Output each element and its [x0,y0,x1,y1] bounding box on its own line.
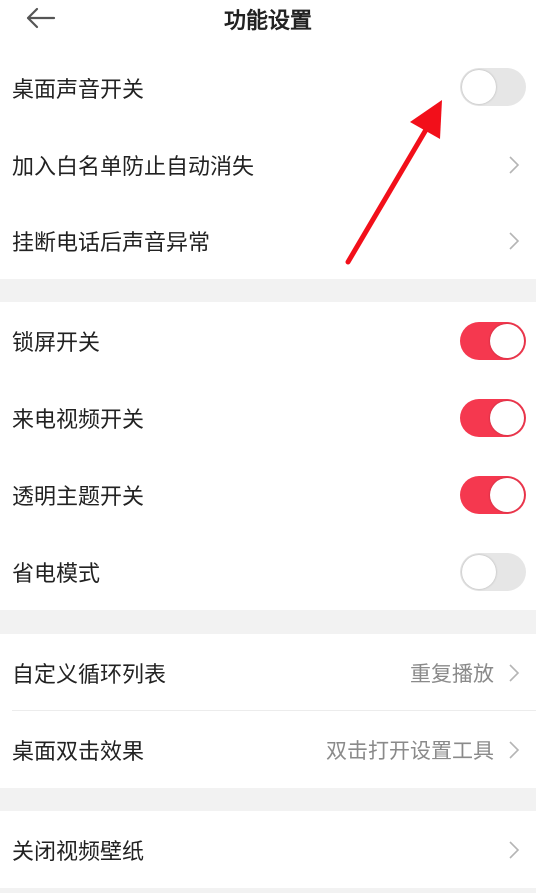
chevron-right-icon [509,663,520,682]
settings-group-playback: 自定义循环列表 重复播放 桌面双击效果 双击打开设置工具 [0,634,536,788]
row-value: 双击打开设置工具 [326,738,494,763]
toggle-knob [490,477,524,512]
transparent-theme-toggle[interactable] [460,475,526,514]
settings-group-wallpaper: 关闭视频壁纸 [0,811,536,888]
settings-group-general: 桌面声音开关 加入白名单防止自动消失 挂断电话后声音异常 [0,36,536,279]
row-label: 桌面双击效果 [12,739,145,765]
row-label: 锁屏开关 [12,330,101,356]
row-label: 来电视频开关 [12,407,145,433]
row-transparent-theme[interactable]: 透明主题开关 [0,456,536,533]
row-label: 挂断电话后声音异常 [12,231,211,256]
row-label: 关闭视频壁纸 [12,839,145,865]
row-label: 省电模式 [12,561,101,587]
row-lock-screen[interactable]: 锁屏开关 [0,302,536,379]
row-label: 加入白名单防止自动消失 [12,154,255,180]
row-custom-loop[interactable]: 自定义循环列表 重复播放 [0,634,536,711]
toggle-knob [462,70,496,104]
row-label: 桌面声音开关 [12,78,145,103]
row-desktop-sound[interactable]: 桌面声音开关 [0,36,536,126]
row-desktop-double-click[interactable]: 桌面双击效果 双击打开设置工具 [0,711,536,788]
chevron-right-icon [509,232,520,250]
settings-group-switches: 锁屏开关 来电视频开关 透明主题开关 省电模式 [0,302,536,610]
row-value: 重复播放 [410,661,494,686]
row-label: 透明主题开关 [12,484,145,510]
row-hangup-sound[interactable]: 挂断电话后声音异常 [0,203,536,279]
chevron-right-icon [509,740,520,759]
toggle-knob [490,323,524,358]
call-video-toggle[interactable] [460,398,526,437]
row-call-video[interactable]: 来电视频开关 [0,379,536,456]
top-bar: 功能设置 [0,0,536,36]
power-saving-toggle[interactable] [460,552,526,591]
desktop-sound-toggle[interactable] [460,68,526,106]
page-title: 功能设置 [223,9,312,34]
row-power-saving[interactable]: 省电模式 [0,533,536,610]
row-close-wallpaper[interactable]: 关闭视频壁纸 [0,811,536,888]
row-whitelist[interactable]: 加入白名单防止自动消失 [0,126,536,203]
lock-screen-toggle[interactable] [460,321,526,360]
toggle-knob [490,400,524,435]
row-label: 自定义循环列表 [12,662,167,688]
toggle-knob [462,554,496,589]
chevron-right-icon [509,840,520,859]
chevron-right-icon [509,155,520,174]
